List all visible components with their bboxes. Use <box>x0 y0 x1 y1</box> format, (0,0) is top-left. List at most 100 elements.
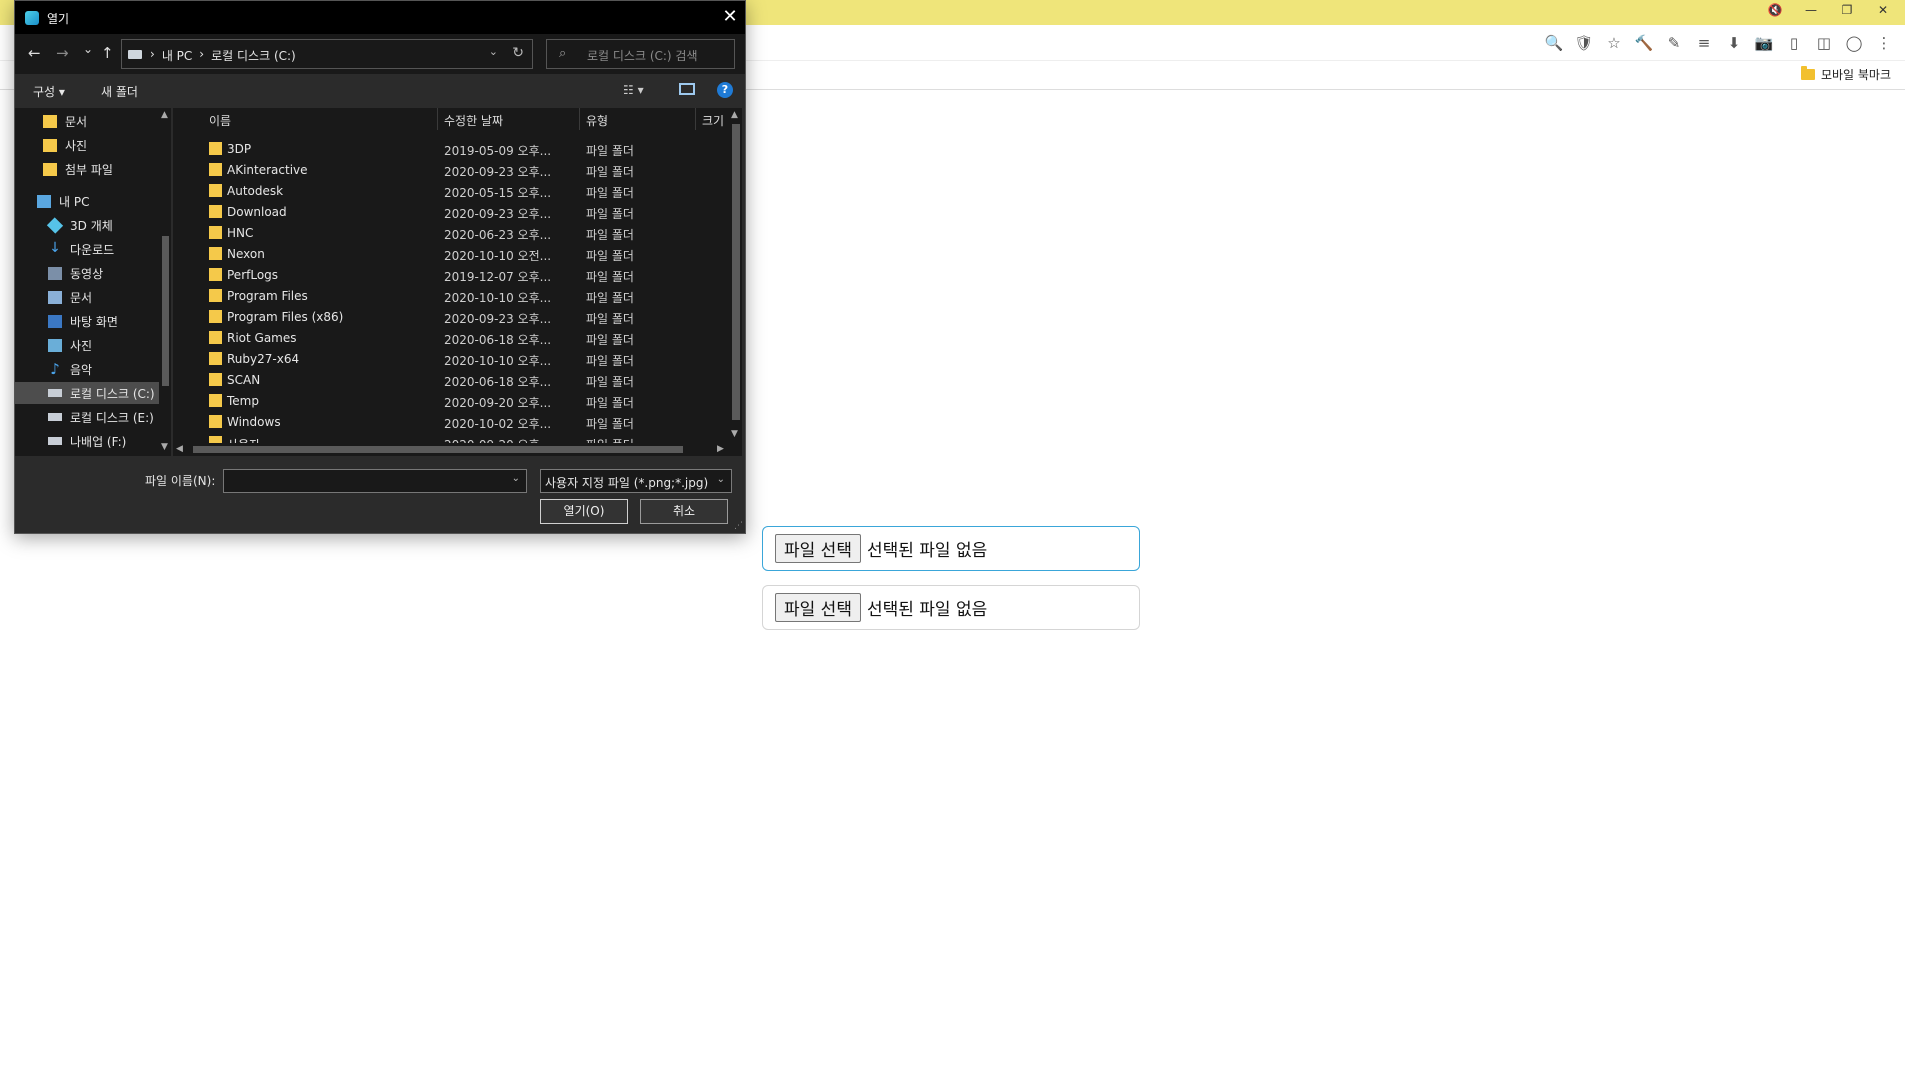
back-arrow-icon[interactable]: ← <box>28 44 41 62</box>
scrollbar-thumb[interactable] <box>193 446 683 453</box>
file-row[interactable]: 3DP 2019-05-09 오후... 파일 폴더 <box>173 138 729 159</box>
file-date: 2020-05-15 오후... <box>444 186 552 200</box>
file-row[interactable]: Temp 2020-09-20 오후... 파일 폴더 <box>173 390 729 411</box>
address-bar[interactable]: › 내 PC › 로컬 디스크 (C:) ⌄ ↻ <box>121 39 533 69</box>
download-icon[interactable]: ⬇ <box>1719 32 1749 54</box>
filetype-select[interactable]: 사용자 지정 파일 (*.png;*.jpg) ⌄ <box>540 469 732 493</box>
file-row[interactable]: HNC 2020-06-23 오후... 파일 폴더 <box>173 222 729 243</box>
playlist-icon[interactable]: ≡ <box>1689 32 1719 54</box>
forward-arrow-icon[interactable]: → <box>56 44 69 62</box>
drive-icon <box>48 413 62 421</box>
file-name: Download <box>227 205 287 219</box>
help-icon[interactable]: ? <box>717 82 733 98</box>
nav-pane-scrollbar[interactable]: ▲ ▼ <box>159 108 171 456</box>
choose-file-button[interactable]: 파일 선택 <box>775 593 861 622</box>
resize-grip-icon[interactable]: ⋰ <box>734 521 743 531</box>
scroll-right-icon[interactable]: ▶ <box>717 444 724 454</box>
nav-item-drive-f[interactable]: 나배업 (F:) <box>48 430 126 452</box>
file-row[interactable]: Program Files (x86) 2020-09-23 오후... 파일 폴더 <box>173 306 729 327</box>
nav-item-documents[interactable]: 문서 <box>43 110 87 132</box>
choose-file-button[interactable]: 파일 선택 <box>775 534 861 563</box>
file-list-horizontal-scrollbar[interactable]: ◀ ▶ <box>173 443 729 456</box>
sidebar-icon[interactable]: ◫ <box>1809 32 1839 54</box>
file-row[interactable]: AKinteractive 2020-09-23 오후... 파일 폴더 <box>173 159 729 180</box>
new-folder-button[interactable]: 새 폴더 <box>101 83 138 100</box>
file-type: 파일 폴더 <box>586 144 634 158</box>
scroll-up-icon[interactable]: ▲ <box>731 110 738 120</box>
nav-item-3d-objects[interactable]: 3D 개체 <box>46 214 113 236</box>
breadcrumb-my-pc[interactable]: 내 PC <box>162 47 192 64</box>
shield-icon[interactable]: 🛡 <box>1569 32 1599 54</box>
up-arrow-icon[interactable]: ↑ <box>101 44 114 62</box>
column-divider[interactable] <box>695 108 696 130</box>
breadcrumb-local-disk-c[interactable]: 로컬 디스크 (C:) <box>211 47 296 64</box>
refresh-icon[interactable]: ↻ <box>512 45 524 61</box>
nav-item-desktop[interactable]: 바탕 화면 <box>48 310 118 332</box>
scrollbar-thumb[interactable] <box>162 236 169 386</box>
chevron-down-icon[interactable]: ⌄ <box>717 474 725 485</box>
nav-item-music[interactable]: ♪ 음악 <box>48 358 92 380</box>
file-row[interactable]: Program Files 2020-10-10 오후... 파일 폴더 <box>173 285 729 306</box>
recent-locations-icon[interactable]: ⌄ <box>83 42 93 56</box>
filename-input[interactable]: ⌄ <box>223 469 527 493</box>
file-input-2[interactable]: 파일 선택 선택된 파일 없음 <box>762 585 1140 630</box>
column-divider[interactable] <box>437 108 438 130</box>
column-header-size[interactable]: 크기 <box>702 112 724 129</box>
chevron-down-icon[interactable]: ⌄ <box>512 473 520 484</box>
column-header-type[interactable]: 유형 <box>586 112 608 129</box>
open-button[interactable]: 열기(O) <box>540 499 628 524</box>
nav-item-attachments[interactable]: 첨부 파일 <box>43 158 113 180</box>
nav-item-downloads[interactable]: ↓ 다운로드 <box>48 238 114 260</box>
file-row[interactable]: Nexon 2020-10-10 오전... 파일 폴더 <box>173 243 729 264</box>
organize-button[interactable]: 구성 ▾ <box>33 83 65 100</box>
scrollbar-thumb[interactable] <box>732 124 740 420</box>
mute-icon[interactable]: 🔇 <box>1757 3 1793 17</box>
column-divider[interactable] <box>579 108 580 130</box>
file-row[interactable]: SCAN 2020-06-18 오후... 파일 폴더 <box>173 369 729 390</box>
file-date: 2020-09-23 오후... <box>444 207 552 221</box>
column-header-date[interactable]: 수정한 날짜 <box>444 112 503 129</box>
scroll-left-icon[interactable]: ◀ <box>176 444 183 454</box>
view-options-icon[interactable]: ☷ ▾ <box>623 83 644 97</box>
hammer-icon[interactable]: 🔨 <box>1629 32 1659 54</box>
file-row[interactable]: Ruby27-x64 2020-10-10 오후... 파일 폴더 <box>173 348 729 369</box>
file-input-1[interactable]: 파일 선택 선택된 파일 없음 <box>762 526 1140 571</box>
close-icon[interactable]: ✕ <box>715 1 745 34</box>
cancel-button[interactable]: 취소 <box>640 499 728 524</box>
file-row[interactable]: Windows 2020-10-02 오후... 파일 폴더 <box>173 411 729 432</box>
scroll-down-icon[interactable]: ▼ <box>161 442 168 452</box>
nav-item-local-disk-e[interactable]: 로컬 디스크 (E:) <box>48 406 154 428</box>
file-row[interactable]: Riot Games 2020-06-18 오후... 파일 폴더 <box>173 327 729 348</box>
file-row[interactable]: Autodesk 2020-05-15 오후... 파일 폴더 <box>173 180 729 201</box>
pen-icon[interactable]: ✎ <box>1659 32 1689 54</box>
nav-item-local-disk-c[interactable]: 로컬 디스크 (C:) <box>15 382 159 404</box>
nav-item-pictures-pc[interactable]: 사진 <box>48 334 92 356</box>
nav-item-documents-pc[interactable]: 문서 <box>48 286 92 308</box>
search-input[interactable]: ⌕ 로컬 디스크 (C:) 검색 <box>546 39 735 69</box>
profile-icon[interactable]: ◯ <box>1839 32 1869 54</box>
close-window-button[interactable]: ✕ <box>1865 3 1901 17</box>
file-type: 파일 폴더 <box>586 249 634 263</box>
mobile-bookmarks[interactable]: 모바일 북마크 <box>1800 66 1891 83</box>
scroll-down-icon[interactable]: ▼ <box>731 429 738 439</box>
chevron-down-icon[interactable]: ⌄ <box>489 45 498 58</box>
restore-button[interactable]: ❐ <box>1829 3 1865 17</box>
file-row[interactable]: Download 2020-09-23 오후... 파일 폴더 <box>173 201 729 222</box>
zoom-icon[interactable]: 🔍 <box>1539 32 1569 54</box>
file-name: Windows <box>227 415 281 429</box>
bookmark-star-icon[interactable]: ☆ <box>1599 32 1629 54</box>
column-header-name[interactable]: 이름 <box>209 112 231 129</box>
menu-icon[interactable]: ⋮ <box>1869 32 1899 54</box>
nav-item-my-pc[interactable]: 내 PC <box>37 190 89 212</box>
folder-icon <box>43 162 57 176</box>
reader-icon[interactable]: ▯ <box>1779 32 1809 54</box>
minimize-button[interactable]: — <box>1793 3 1829 17</box>
camera-icon[interactable]: 📷 <box>1749 32 1779 54</box>
nav-item-videos[interactable]: 동영상 <box>48 262 103 284</box>
file-row[interactable]: PerfLogs 2019-12-07 오후... 파일 폴더 <box>173 264 729 285</box>
file-list-vertical-scrollbar[interactable]: ▲ ▼ <box>729 108 742 443</box>
scroll-up-icon[interactable]: ▲ <box>161 110 168 120</box>
preview-pane-icon[interactable] <box>679 83 695 95</box>
nav-item-pictures[interactable]: 사진 <box>43 134 87 156</box>
file-type: 파일 폴더 <box>586 333 634 347</box>
